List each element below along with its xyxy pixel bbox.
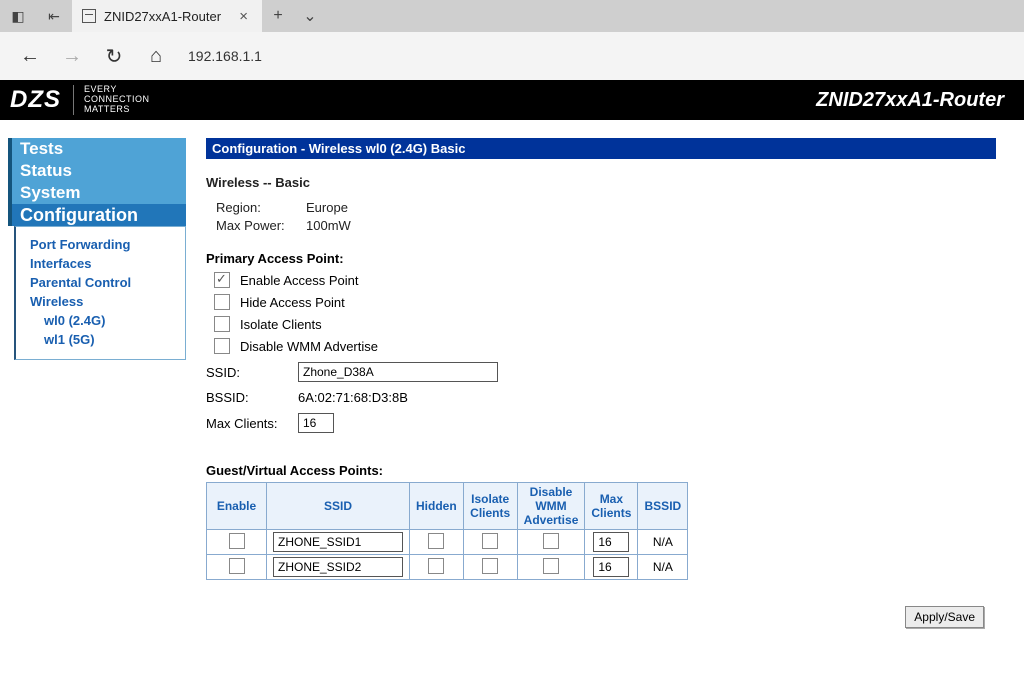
- sidebar-link-interfaces[interactable]: Interfaces: [30, 254, 175, 273]
- sidebar-link-parental-control[interactable]: Parental Control: [30, 273, 175, 292]
- device-name: ZNID27xxA1-Router: [816, 89, 1014, 112]
- sidebar-item-status[interactable]: Status: [12, 160, 186, 182]
- guest0-wmm-checkbox[interactable]: [543, 533, 559, 549]
- guest0-ssid-input[interactable]: [273, 532, 403, 552]
- sidebar-link-port-forwarding[interactable]: Port Forwarding: [30, 235, 175, 254]
- guest-row: N/A: [207, 555, 688, 580]
- forward-button[interactable]: →: [54, 32, 90, 80]
- guest1-max-input[interactable]: [593, 557, 629, 577]
- region-value: Europe: [306, 200, 348, 215]
- nav-bar: ← → ↻ ⌂: [0, 32, 1024, 80]
- col-isolate: Isolate Clients: [463, 483, 517, 530]
- bssid-value: 6A:02:71:68:D3:8B: [298, 390, 408, 405]
- max-clients-input[interactable]: [298, 413, 334, 433]
- new-tab-button[interactable]: +: [262, 0, 294, 32]
- window-layout-icon[interactable]: ◧: [0, 0, 36, 32]
- col-bssid: BSSID: [638, 483, 688, 530]
- address-bar[interactable]: [180, 42, 1012, 70]
- refresh-button[interactable]: ↻: [96, 32, 132, 80]
- guest0-isolate-checkbox[interactable]: [482, 533, 498, 549]
- tab-title: ZNID27xxA1-Router: [104, 9, 227, 24]
- col-max: Max Clients: [585, 483, 638, 530]
- apply-save-button[interactable]: Apply/Save: [905, 606, 984, 628]
- brand-logo: DZS: [10, 86, 61, 114]
- isolate-clients-checkbox[interactable]: [214, 316, 230, 332]
- enable-ap-checkbox[interactable]: [214, 272, 230, 288]
- isolate-clients-label: Isolate Clients: [240, 317, 322, 332]
- guest0-max-input[interactable]: [593, 532, 629, 552]
- maxpower-label: Max Power:: [216, 218, 296, 233]
- guest0-hidden-checkbox[interactable]: [428, 533, 444, 549]
- guest-ap-heading: Guest/Virtual Access Points:: [206, 463, 996, 478]
- sidebar-item-system[interactable]: System: [12, 182, 186, 204]
- sidebar-link-wl0[interactable]: wl0 (2.4G): [44, 311, 175, 330]
- ssid-label: SSID:: [206, 365, 286, 380]
- maxpower-value: 100mW: [306, 218, 351, 233]
- home-button[interactable]: ⌂: [138, 32, 174, 80]
- guest-row: N/A: [207, 530, 688, 555]
- guest1-isolate-checkbox[interactable]: [482, 558, 498, 574]
- col-ssid: SSID: [267, 483, 410, 530]
- region-label: Region:: [216, 200, 296, 215]
- sidebar-link-wireless[interactable]: Wireless: [30, 292, 175, 311]
- bssid-label: BSSID:: [206, 390, 286, 405]
- brand-bar: DZS EVERY CONNECTION MATTERS ZNID27xxA1-…: [0, 80, 1024, 120]
- guest0-bssid: N/A: [638, 530, 688, 555]
- guest0-enable-checkbox[interactable]: [229, 533, 245, 549]
- disable-wmm-label: Disable WMM Advertise: [240, 339, 378, 354]
- back-button[interactable]: ←: [12, 32, 48, 80]
- close-tab-button[interactable]: ×: [235, 8, 252, 25]
- guest-ap-table: Enable SSID Hidden Isolate Clients Disab…: [206, 482, 688, 580]
- tab-overflow-button[interactable]: ⌄: [294, 0, 326, 32]
- col-enable: Enable: [207, 483, 267, 530]
- col-wmm: Disable WMM Advertise: [517, 483, 585, 530]
- guest1-ssid-input[interactable]: [273, 557, 403, 577]
- sidebar-item-tests[interactable]: Tests: [12, 138, 186, 160]
- sidebar: Tests Status System Configuration Port F…: [8, 138, 186, 360]
- guest1-enable-checkbox[interactable]: [229, 558, 245, 574]
- section-heading: Wireless -- Basic: [206, 175, 996, 190]
- primary-ap-heading: Primary Access Point:: [206, 251, 996, 266]
- enable-ap-label: Enable Access Point: [240, 273, 359, 288]
- page-title: Configuration - Wireless wl0 (2.4G) Basi…: [206, 138, 996, 159]
- reading-list-icon[interactable]: ⇤: [36, 0, 72, 32]
- col-hidden: Hidden: [410, 483, 464, 530]
- main-content: Configuration - Wireless wl0 (2.4G) Basi…: [206, 138, 1016, 628]
- guest1-bssid: N/A: [638, 555, 688, 580]
- ssid-input[interactable]: [298, 362, 498, 382]
- guest1-hidden-checkbox[interactable]: [428, 558, 444, 574]
- page-icon: [82, 9, 96, 23]
- tab-bar: ◧ ⇤ ZNID27xxA1-Router × + ⌄: [0, 0, 1024, 32]
- browser-chrome: ◧ ⇤ ZNID27xxA1-Router × + ⌄ ← → ↻ ⌂: [0, 0, 1024, 80]
- disable-wmm-checkbox[interactable]: [214, 338, 230, 354]
- sidebar-item-configuration[interactable]: Configuration: [12, 204, 186, 226]
- max-clients-label: Max Clients:: [206, 416, 286, 431]
- sidebar-submenu: Port Forwarding Interfaces Parental Cont…: [14, 226, 186, 360]
- sidebar-link-wl1[interactable]: wl1 (5G): [44, 330, 175, 349]
- hide-ap-checkbox[interactable]: [214, 294, 230, 310]
- hide-ap-label: Hide Access Point: [240, 295, 345, 310]
- brand-tagline: EVERY CONNECTION MATTERS: [73, 85, 150, 115]
- browser-tab[interactable]: ZNID27xxA1-Router ×: [72, 0, 262, 32]
- guest1-wmm-checkbox[interactable]: [543, 558, 559, 574]
